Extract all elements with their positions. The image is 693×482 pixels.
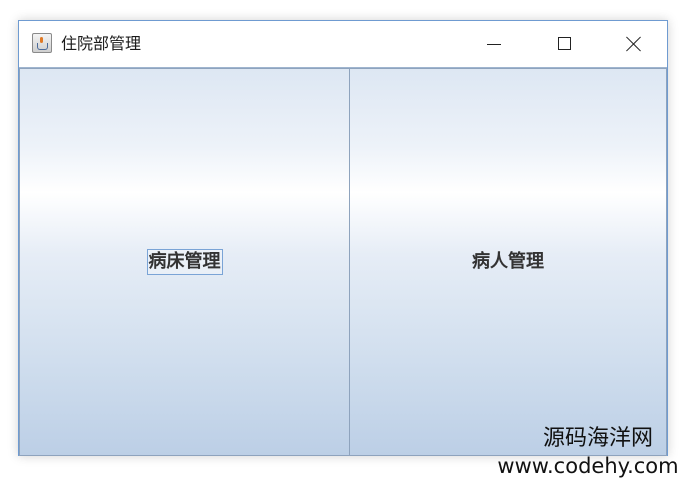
watermark: 源码海洋网 www.codehy.com <box>488 425 688 479</box>
bed-management-label: 病床管理 <box>146 249 223 275</box>
patient-management-button[interactable]: 病人管理 <box>349 68 667 456</box>
maximize-icon <box>558 37 571 50</box>
watermark-url: www.codehy.com <box>497 454 679 478</box>
title-bar[interactable]: 住院部管理 <box>19 21 667 67</box>
patient-management-label: 病人管理 <box>472 251 544 272</box>
watermark-site-name: 源码海洋网 <box>542 426 653 451</box>
maximize-button[interactable] <box>541 21 587 67</box>
content-pane: 病床管理 病人管理 <box>19 67 667 456</box>
minimize-icon <box>487 44 501 45</box>
close-button[interactable] <box>611 21 657 67</box>
cup-mark <box>37 43 48 50</box>
app-window: 住院部管理 病床管理 病人管理 <box>18 20 668 456</box>
window-title: 住院部管理 <box>61 34 142 53</box>
java-cup-icon[interactable] <box>32 33 52 53</box>
close-icon <box>626 36 642 52</box>
minimize-button[interactable] <box>471 21 517 67</box>
bed-management-button[interactable]: 病床管理 <box>19 68 350 456</box>
